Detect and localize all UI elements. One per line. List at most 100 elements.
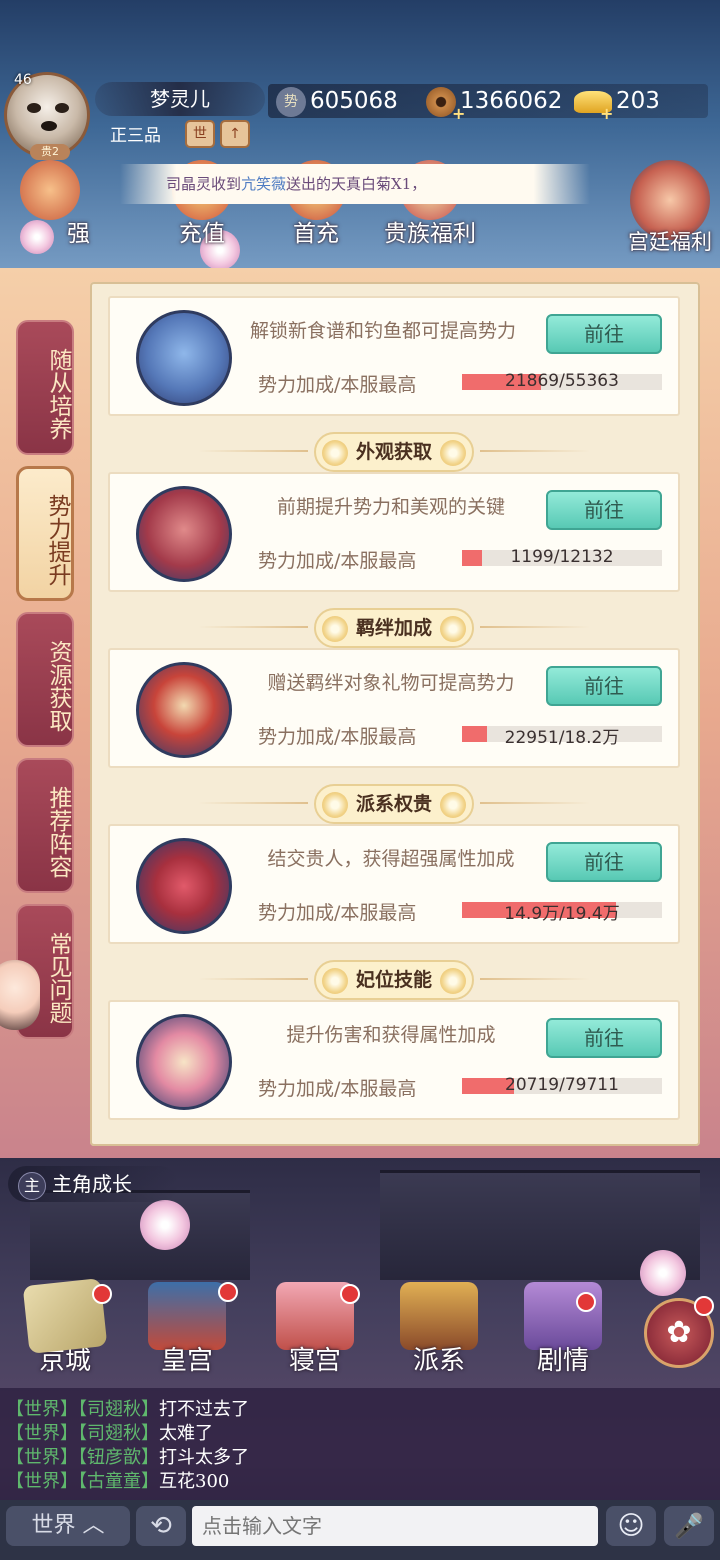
player-name[interactable]: 梦灵儿	[95, 82, 265, 116]
flower-icon	[322, 792, 348, 818]
chat-channel: 【世界】	[6, 1447, 78, 1468]
marquee-suffix: 送出的天真白菊X1，	[286, 175, 427, 193]
section-title-text: 羁绊加成	[355, 617, 432, 639]
chat-user[interactable]: 【钮彦歆】	[78, 1447, 159, 1468]
fan-icon	[136, 1014, 232, 1110]
card-description: 前期提升势力和美观的关键	[276, 496, 505, 518]
chat-user[interactable]: 【古童童】	[78, 1471, 159, 1492]
progress-value: 21869/55363	[505, 371, 619, 391]
tab-influence-boost[interactable]: 势力提升	[16, 466, 74, 601]
influence-currency[interactable]: 势 605068	[276, 86, 398, 117]
nav-label: 派系	[412, 1346, 465, 1376]
strength-label: 强	[67, 221, 90, 247]
roof-decoration	[30, 1190, 250, 1280]
progress-bar: 21869/55363	[462, 371, 662, 391]
nav-story[interactable]: 剧情	[508, 1282, 618, 1382]
world-rank-button[interactable]: 世	[185, 120, 215, 148]
progress-value: 1199/12132	[510, 547, 614, 567]
add-coins-icon[interactable]: +	[452, 104, 465, 123]
go-button[interactable]: 前往	[546, 1018, 662, 1058]
section-title: 妃位技能	[314, 960, 474, 1000]
chat-message: 【世界】【钮彦歆】打斗太多了	[6, 1446, 249, 1470]
chat-input-bar: 世界 ︿ ⟲ ☺ 🎤	[0, 1500, 720, 1560]
marquee-sender: 亢笑薇	[241, 175, 287, 193]
chat-log[interactable]: 【世界】【司翅秋】打不过去了 【世界】【司翅秋】太难了 【世界】【钮彦歆】打斗太…	[0, 1388, 720, 1500]
notification-dot	[340, 1284, 360, 1304]
chat-message: 【世界】【司翅秋】太难了	[6, 1422, 213, 1446]
faction-pavilion-icon	[136, 838, 232, 934]
channel-label: 世界	[31, 1513, 76, 1538]
go-button[interactable]: 前往	[546, 490, 662, 530]
influence-icon: 势	[276, 86, 306, 117]
go-button[interactable]: 前往	[546, 314, 662, 354]
go-button[interactable]: 前往	[546, 666, 662, 706]
section-title-text: 妃位技能	[355, 969, 432, 991]
tab-label: 随从培养	[45, 347, 71, 440]
quest-badge: 主	[18, 1172, 46, 1200]
flower-icon	[322, 440, 348, 466]
ingot-currency[interactable]: 203	[574, 86, 660, 116]
chat-user[interactable]: 【司翅秋】	[78, 1423, 159, 1444]
card-description: 赠送羁绊对象礼物可提高势力	[267, 672, 515, 694]
progress-value: 14.9万/19.4万	[504, 904, 620, 924]
ingot-value: 203	[616, 88, 660, 114]
marquee-prefix: 司晶灵收到	[166, 175, 242, 193]
tab-resource-acquisition[interactable]: 资源获取	[16, 612, 74, 747]
flower-icon	[440, 792, 466, 818]
add-ingots-icon[interactable]: +	[600, 104, 613, 123]
notification-dot	[218, 1282, 238, 1302]
nav-faction[interactable]: 派系	[384, 1282, 494, 1382]
notification-dot	[576, 1292, 596, 1312]
stat-label: 势力加成/本服最高	[258, 550, 417, 572]
stat-label: 势力加成/本服最高	[258, 726, 417, 748]
list-item: 结交贵人，获得超强属性加成 前往 势力加成/本服最高 14.9万/19.4万	[108, 824, 680, 944]
strength-feature[interactable]: 强	[10, 160, 90, 248]
parasol-icon	[136, 486, 232, 582]
divider	[480, 626, 590, 628]
flower-icon	[440, 616, 466, 642]
vip-badge: 贵2	[30, 144, 70, 160]
sky-background	[0, 0, 720, 280]
main-quest-button[interactable]: 主主角成长	[8, 1166, 178, 1202]
emoji-icon[interactable]: ☺	[606, 1506, 656, 1546]
section-header: 派系权贵	[108, 776, 680, 830]
coin-currency[interactable]: 1366062	[426, 86, 562, 117]
card-description: 提升伤害和获得属性加成	[286, 1024, 496, 1046]
channel-select-button[interactable]: 世界 ︿	[6, 1506, 130, 1546]
chat-channel: 【世界】	[6, 1399, 78, 1420]
tab-label: 推荐阵容	[45, 785, 71, 878]
progress-value: 20719/79711	[505, 1075, 619, 1095]
chat-message: 【世界】【古童童】互花300	[6, 1470, 229, 1494]
helper-avatar[interactable]	[0, 960, 40, 1030]
flower-icon	[440, 968, 466, 994]
tab-recommended-lineup[interactable]: 推荐阵容	[16, 758, 74, 893]
chevron-up-icon: ︿	[82, 1513, 105, 1538]
influence-value: 605068	[310, 88, 398, 114]
recharge-label: 充值	[179, 221, 225, 247]
section-title: 羁绊加成	[314, 608, 474, 648]
palace-welfare-label: 宫廷福利	[628, 230, 712, 254]
player-rank: 正三品	[110, 126, 161, 146]
chat-text: 打斗太多了	[159, 1447, 249, 1468]
promote-button[interactable]: ↑	[220, 120, 250, 148]
tab-follower-training[interactable]: 随从培养	[16, 320, 74, 455]
merchant-lantern-icon	[136, 662, 232, 758]
flower-icon	[322, 616, 348, 642]
announcement-marquee: 司晶灵收到亢笑薇送出的天真白菊X1，	[120, 164, 590, 204]
divider	[480, 802, 590, 804]
nav-label: 剧情	[536, 1346, 589, 1376]
palace-welfare-feature[interactable]: 宫廷福利	[620, 160, 720, 256]
nav-label: 皇宫	[160, 1346, 213, 1376]
microphone-icon[interactable]: 🎤	[664, 1506, 714, 1546]
progress-bar: 1199/12132	[462, 547, 662, 567]
player-level: 46	[14, 72, 32, 88]
chat-text: 太难了	[159, 1423, 213, 1444]
divider	[198, 802, 308, 804]
chat-user[interactable]: 【司翅秋】	[78, 1399, 159, 1420]
history-icon[interactable]: ⟲	[136, 1506, 186, 1546]
go-button[interactable]: 前往	[546, 842, 662, 882]
chat-input[interactable]	[192, 1506, 598, 1546]
list-item: 提升伤害和获得属性加成 前往 势力加成/本服最高 20719/79711	[108, 1000, 680, 1120]
divider	[198, 450, 308, 452]
first-recharge-label: 首充	[293, 221, 339, 247]
